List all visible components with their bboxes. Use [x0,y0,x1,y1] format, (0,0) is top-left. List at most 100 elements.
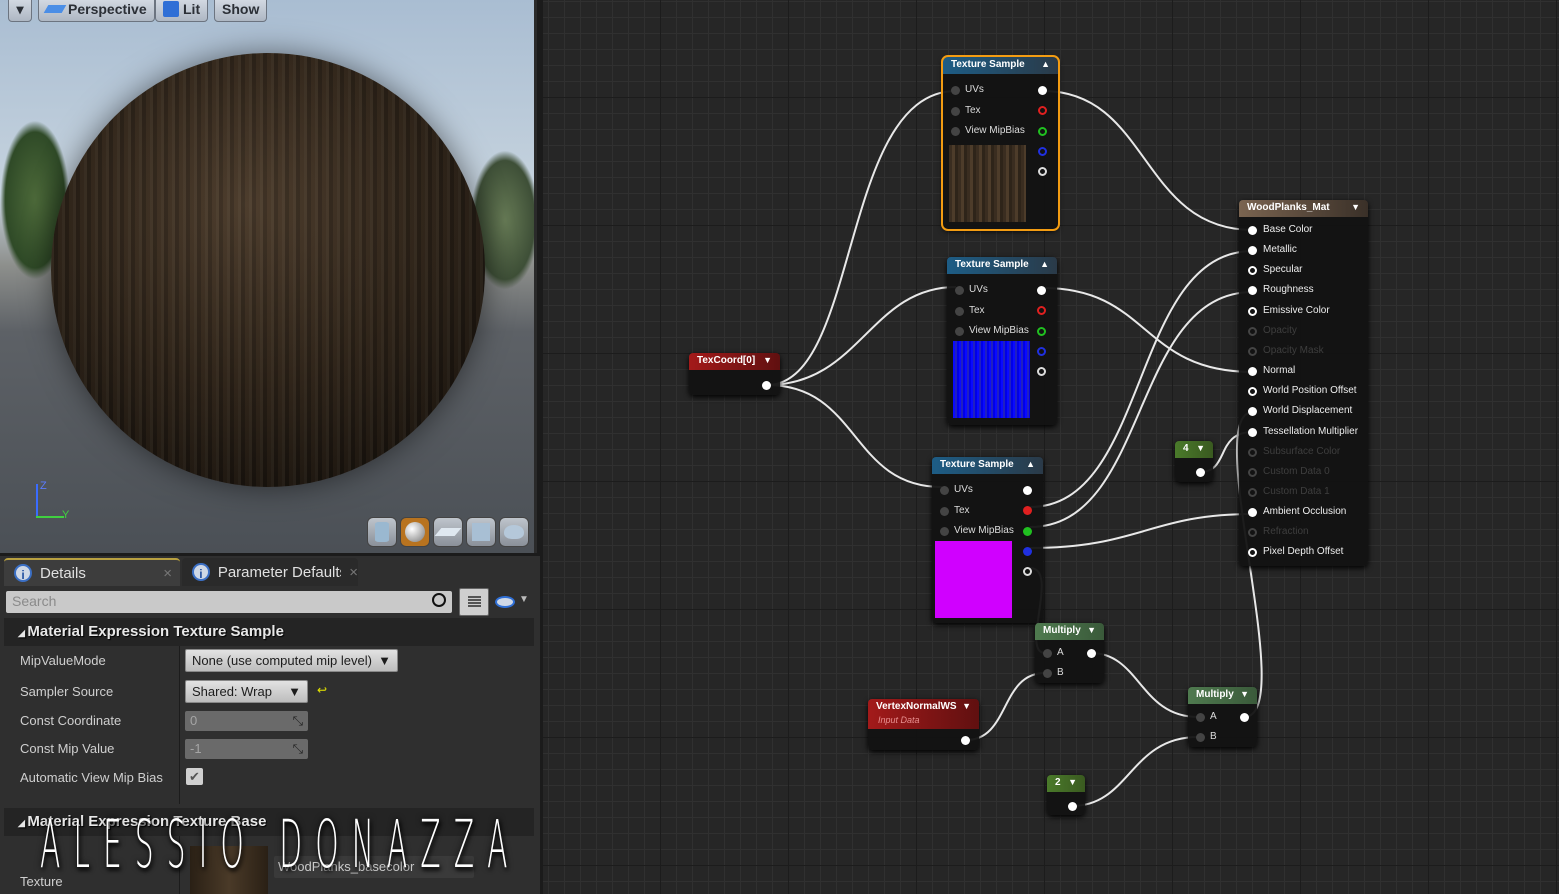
pin-icon[interactable] [951,106,960,116]
node-header[interactable]: Multiply ▼ [1035,623,1104,640]
pin-icon[interactable] [1248,467,1257,477]
const-mip-value-input[interactable]: -1 ⤡ [185,739,308,759]
collapse-arrow-icon[interactable]: ▼ [1068,777,1077,790]
output-pin-icon[interactable] [1023,486,1032,495]
preview-plane-button[interactable] [433,517,463,547]
output-pin-icon[interactable] [1196,468,1205,477]
constant-node[interactable]: 4 ▼ [1175,441,1213,482]
mip-value-mode-dropdown[interactable]: None (use computed mip level) ▼ [185,649,398,672]
lit-button[interactable]: Lit [155,0,209,22]
output-pin-icon[interactable] [1038,86,1047,95]
node-header[interactable]: TexCoord[0] ▼ [689,353,780,370]
close-icon[interactable]: × [349,564,358,581]
output-pin-icon[interactable] [1037,286,1046,295]
output-pin-icon[interactable] [1038,146,1047,156]
texture-sample-node[interactable]: Texture Sample ▲ UVs Tex View MipBias [941,55,1060,231]
constant-node[interactable]: 2 ▼ [1047,775,1085,815]
pin-icon[interactable] [955,327,964,336]
pin-icon[interactable] [1248,367,1257,377]
sampler-source-dropdown[interactable]: Shared: Wrap ▼ [185,680,308,703]
material-preview-viewport[interactable]: ▾ Perspective Lit Show Z Y [0,0,537,553]
preview-cube-button[interactable] [466,517,496,547]
pin-icon[interactable] [1196,733,1205,742]
visibility-eye-icon[interactable] [495,596,515,608]
output-pin-icon[interactable] [1037,326,1046,336]
output-pin-icon[interactable] [1240,713,1249,722]
texcoord-node[interactable]: TexCoord[0] ▼ [689,353,780,395]
output-pin-icon[interactable] [1037,346,1046,356]
node-header[interactable]: 4 ▼ [1175,441,1213,458]
pin-icon[interactable] [1248,326,1257,336]
pin-icon[interactable] [1248,508,1257,518]
pin-icon[interactable] [1043,649,1052,658]
collapse-arrow-icon[interactable]: ▼ [962,701,971,727]
pin-icon[interactable] [1248,487,1257,497]
material-result-node[interactable]: WoodPlanks_Mat ▼ Base Color Metallic Specula… [1239,200,1368,566]
pin-icon[interactable] [1248,528,1257,538]
tab-details[interactable]: i Details × [4,558,180,586]
pin-icon[interactable] [1248,346,1257,356]
output-pin-icon[interactable] [961,736,970,745]
output-pin-icon[interactable] [1038,126,1047,136]
pin-icon[interactable] [1248,246,1257,256]
collapse-arrow-icon[interactable]: ▼ [1351,202,1360,215]
collapse-arrow-icon[interactable]: ▼ [1087,625,1096,638]
pin-icon[interactable] [1043,669,1052,678]
vertex-normal-ws-node[interactable]: VertexNormalWS ▼ Input Data [868,699,979,750]
node-header[interactable]: WoodPlanks_Mat ▼ [1239,200,1368,217]
output-pin-icon[interactable] [1023,567,1032,577]
pin-icon[interactable] [1248,266,1257,276]
section-header-texture-sample[interactable]: ◢ Material Expression Texture Sample [4,618,534,646]
multiply-node[interactable]: Multiply ▼ A B [1035,623,1104,683]
pin-icon[interactable] [1248,306,1257,316]
output-pin-icon[interactable] [1023,546,1032,556]
search-input[interactable]: Search [6,591,452,613]
output-pin-icon[interactable] [1038,167,1047,177]
node-header[interactable]: Texture Sample ▲ [932,457,1043,474]
pin-icon[interactable] [1248,226,1257,235]
collapse-arrow-icon[interactable]: ▲ [1041,59,1050,72]
reset-to-default-icon[interactable]: ↩ [317,683,327,697]
pin-icon[interactable] [940,506,949,516]
preview-sphere-button[interactable] [400,517,430,547]
preview-cylinder-button[interactable] [367,517,397,547]
view-options-list-button[interactable] [459,588,489,616]
node-header[interactable]: 2 ▼ [1047,775,1085,792]
const-coordinate-input[interactable]: 0 ⤡ [185,711,308,731]
node-header[interactable]: Texture Sample ▲ [947,257,1057,274]
node-header[interactable]: Texture Sample ▲ [943,57,1058,74]
output-pin-icon[interactable] [1068,802,1077,811]
auto-view-mip-bias-checkbox[interactable]: ✔ [186,768,203,785]
close-icon[interactable]: × [163,565,172,582]
output-pin-icon[interactable] [762,381,771,390]
viewport-options-button[interactable]: ▾ [8,0,32,22]
collapse-arrow-icon[interactable]: ▼ [763,355,772,368]
pin-icon[interactable] [1196,713,1205,722]
texture-sample-node[interactable]: Texture Sample ▲ UVs Tex View MipBias [947,257,1057,425]
pin-icon[interactable] [1248,427,1257,437]
collapse-arrow-icon[interactable]: ▼ [1240,689,1249,702]
collapse-arrow-icon[interactable]: ▲ [1026,459,1035,472]
perspective-button[interactable]: Perspective [38,0,155,22]
collapse-arrow-icon[interactable]: ▼ [1196,443,1205,456]
collapse-arrow-icon[interactable]: ▲ [1040,259,1049,272]
node-header[interactable]: Multiply ▼ [1188,687,1257,704]
show-button[interactable]: Show [214,0,268,22]
pin-icon[interactable] [955,286,964,295]
pin-icon[interactable] [940,486,949,495]
pin-icon[interactable] [1248,407,1257,417]
pin-icon[interactable] [1248,387,1257,397]
output-pin-icon[interactable] [1087,649,1096,658]
texture-sample-node[interactable]: Texture Sample ▲ UVs Tex View MipBias [932,457,1043,623]
pin-icon[interactable] [955,306,964,316]
pin-icon[interactable] [951,127,960,136]
multiply-node[interactable]: Multiply ▼ A B [1188,687,1257,747]
tab-parameter-defaults[interactable]: i Parameter Defaults × [182,558,358,586]
output-pin-icon[interactable] [1023,506,1032,516]
pin-icon[interactable] [951,86,960,95]
pin-icon[interactable] [1248,548,1257,558]
pin-icon[interactable] [1248,447,1257,457]
output-pin-icon[interactable] [1038,106,1047,116]
pin-icon[interactable] [1248,286,1257,296]
pin-icon[interactable] [940,527,949,536]
